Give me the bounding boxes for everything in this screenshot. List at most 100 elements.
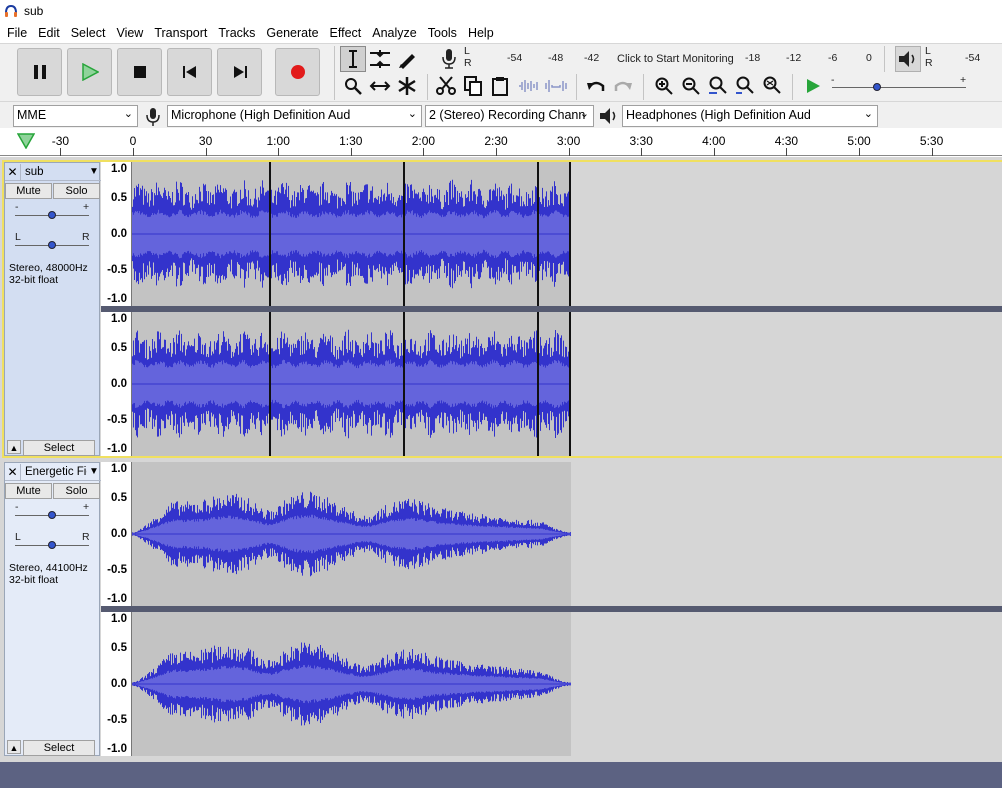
- audio-host-select[interactable]: MME ⌄: [13, 105, 138, 127]
- mute-button[interactable]: Mute: [5, 183, 52, 199]
- zoom-in-button[interactable]: [651, 73, 677, 99]
- skip-to-end-button[interactable]: [217, 48, 262, 96]
- solo-button[interactable]: Solo: [53, 483, 100, 499]
- pan-slider[interactable]: [48, 241, 56, 249]
- collapse-track-icon[interactable]: ▲: [7, 740, 21, 754]
- redo-button[interactable]: [610, 73, 636, 99]
- fit-selection-icon: [709, 76, 727, 94]
- waveform-channel-right[interactable]: [132, 612, 1002, 756]
- magnifier-icon: [345, 78, 362, 95]
- play-at-speed-button[interactable]: [800, 73, 826, 99]
- selection-tool-button[interactable]: [340, 46, 366, 72]
- play-button[interactable]: [67, 48, 112, 96]
- menu-edit[interactable]: Edit: [34, 26, 64, 40]
- zoom-out-icon: [682, 77, 700, 95]
- collapse-track-icon[interactable]: ▲: [7, 440, 21, 454]
- chevron-down-icon: ⌄: [579, 108, 589, 120]
- chevron-down-icon: ⌄: [123, 108, 133, 120]
- track-name[interactable]: sub: [21, 166, 87, 178]
- track-menu-arrow-icon[interactable]: ▼: [87, 466, 101, 477]
- gain-slider[interactable]: [48, 211, 56, 219]
- silence-icon: [545, 80, 567, 92]
- multi-tool-button[interactable]: [394, 73, 420, 99]
- microphone-icon: [442, 49, 456, 69]
- waveform-channel-left[interactable]: [132, 162, 1002, 306]
- vertical-ruler[interactable]: 1.0 0.5 0.0 -0.5 -1.0: [101, 462, 132, 606]
- vertical-ruler[interactable]: 1.0 0.5 0.0 -0.5 -1.0: [101, 312, 132, 456]
- track-menu-arrow-icon[interactable]: ▼: [87, 166, 101, 177]
- undo-icon: [587, 81, 605, 91]
- ruler-tick-label: 0: [129, 134, 137, 148]
- track-control-panel[interactable]: ✕ sub ▼ Mute Solo - + L R Stereo, 48000H…: [4, 162, 101, 456]
- empty-track-space[interactable]: [0, 762, 1002, 788]
- cut-button[interactable]: [433, 73, 459, 99]
- ruler-tick-label: 1:00: [266, 134, 290, 148]
- solo-button[interactable]: Solo: [53, 183, 100, 199]
- start-monitoring-label[interactable]: Click to Start Monitoring: [617, 53, 734, 65]
- zoom-tool-button[interactable]: [340, 73, 366, 99]
- record-meter[interactable]: -54 -48 -42 Click to Start Monitoring -1…: [474, 47, 878, 67]
- track-control-panel[interactable]: ✕ Energetic Fie ▼ Mute Solo - + L R Ster…: [4, 462, 101, 756]
- select-track-button[interactable]: Select: [23, 440, 95, 456]
- trim-icon: [519, 80, 538, 92]
- select-track-button[interactable]: Select: [23, 740, 95, 756]
- vertical-ruler-label: 0.5: [111, 192, 127, 204]
- menu-analyze[interactable]: Analyze: [368, 26, 420, 40]
- vertical-ruler-label: 1.0: [111, 613, 127, 626]
- vertical-ruler-label: 0.0: [111, 228, 127, 240]
- record-meter-mic-button[interactable]: [436, 46, 462, 72]
- time-shift-tool-button[interactable]: [367, 73, 393, 99]
- device-toolbar: MME ⌄ Microphone (High Definition Aud ⌄ 2 …: [0, 101, 1002, 128]
- menu-help[interactable]: Help: [464, 26, 498, 40]
- pan-l-label: L: [15, 531, 21, 543]
- vertical-ruler[interactable]: 1.0 0.5 0.0 -0.5 -1.0: [101, 612, 132, 756]
- close-track-icon[interactable]: ✕: [5, 463, 21, 480]
- mute-button[interactable]: Mute: [5, 483, 52, 499]
- skip-to-start-button[interactable]: [167, 48, 212, 96]
- vertical-ruler[interactable]: 1.0 0.5 0.0 -0.5 -1.0: [101, 162, 132, 306]
- copy-button[interactable]: [460, 73, 486, 99]
- menu-effect[interactable]: Effect: [326, 26, 366, 40]
- gain-slider[interactable]: [48, 511, 56, 519]
- paste-button[interactable]: [487, 73, 513, 99]
- draw-tool-button[interactable]: [394, 46, 420, 72]
- timeline-ruler[interactable]: -30 0 30 1:00 1:30 2:00 2:30 3:00 3:30 4:00 4:30 5:…: [0, 128, 1002, 156]
- record-button[interactable]: [275, 48, 320, 96]
- menu-generate[interactable]: Generate: [262, 26, 322, 40]
- menu-select[interactable]: Select: [67, 26, 110, 40]
- pause-button[interactable]: [17, 48, 62, 96]
- menu-view[interactable]: View: [112, 26, 147, 40]
- waveform-channel-left[interactable]: [132, 462, 1002, 606]
- zoom-toggle-icon: [763, 76, 781, 94]
- menu-file[interactable]: File: [3, 26, 31, 40]
- ruler-tick: [713, 148, 715, 156]
- waveform-channel-right[interactable]: [132, 312, 1002, 456]
- fit-selection-button[interactable]: [705, 73, 731, 99]
- recording-device-select[interactable]: Microphone (High Definition Aud ⌄: [167, 105, 422, 127]
- fit-project-button[interactable]: [732, 73, 758, 99]
- menu-tools[interactable]: Tools: [424, 26, 461, 40]
- menu-transport[interactable]: Transport: [150, 26, 211, 40]
- recording-channels-select[interactable]: 2 (Stereo) Recording Chann ⌄: [425, 105, 594, 127]
- stop-button[interactable]: [117, 48, 162, 96]
- envelope-tool-button[interactable]: [367, 46, 393, 72]
- undo-button[interactable]: [583, 73, 609, 99]
- pan-slider[interactable]: [48, 541, 56, 549]
- track-name[interactable]: Energetic Fie: [21, 466, 87, 478]
- close-track-icon[interactable]: ✕: [5, 163, 21, 180]
- trim-audio-button[interactable]: [516, 73, 542, 99]
- menu-tracks[interactable]: Tracks: [214, 26, 259, 40]
- silence-audio-button[interactable]: [543, 73, 569, 99]
- tracks-area[interactable]: ✕ sub ▼ Mute Solo - + L R Stereo, 48000H…: [0, 157, 1002, 762]
- speed-slider-knob[interactable]: [873, 83, 881, 91]
- play-speed-slider[interactable]: - +: [828, 74, 970, 98]
- vertical-ruler-label: 0.0: [111, 678, 127, 690]
- playback-device-select[interactable]: Headphones (High Definition Aud ⌄: [622, 105, 878, 127]
- ruler-tick-label: 3:00: [556, 134, 581, 148]
- ruler-tick: [859, 148, 860, 156]
- zoom-toggle-button[interactable]: [759, 73, 785, 99]
- zoom-out-button[interactable]: [678, 73, 704, 99]
- speed-minus-label: -: [831, 74, 835, 86]
- play-head-triangle-icon[interactable]: [17, 133, 35, 149]
- playback-meter-speaker-button[interactable]: [895, 46, 921, 72]
